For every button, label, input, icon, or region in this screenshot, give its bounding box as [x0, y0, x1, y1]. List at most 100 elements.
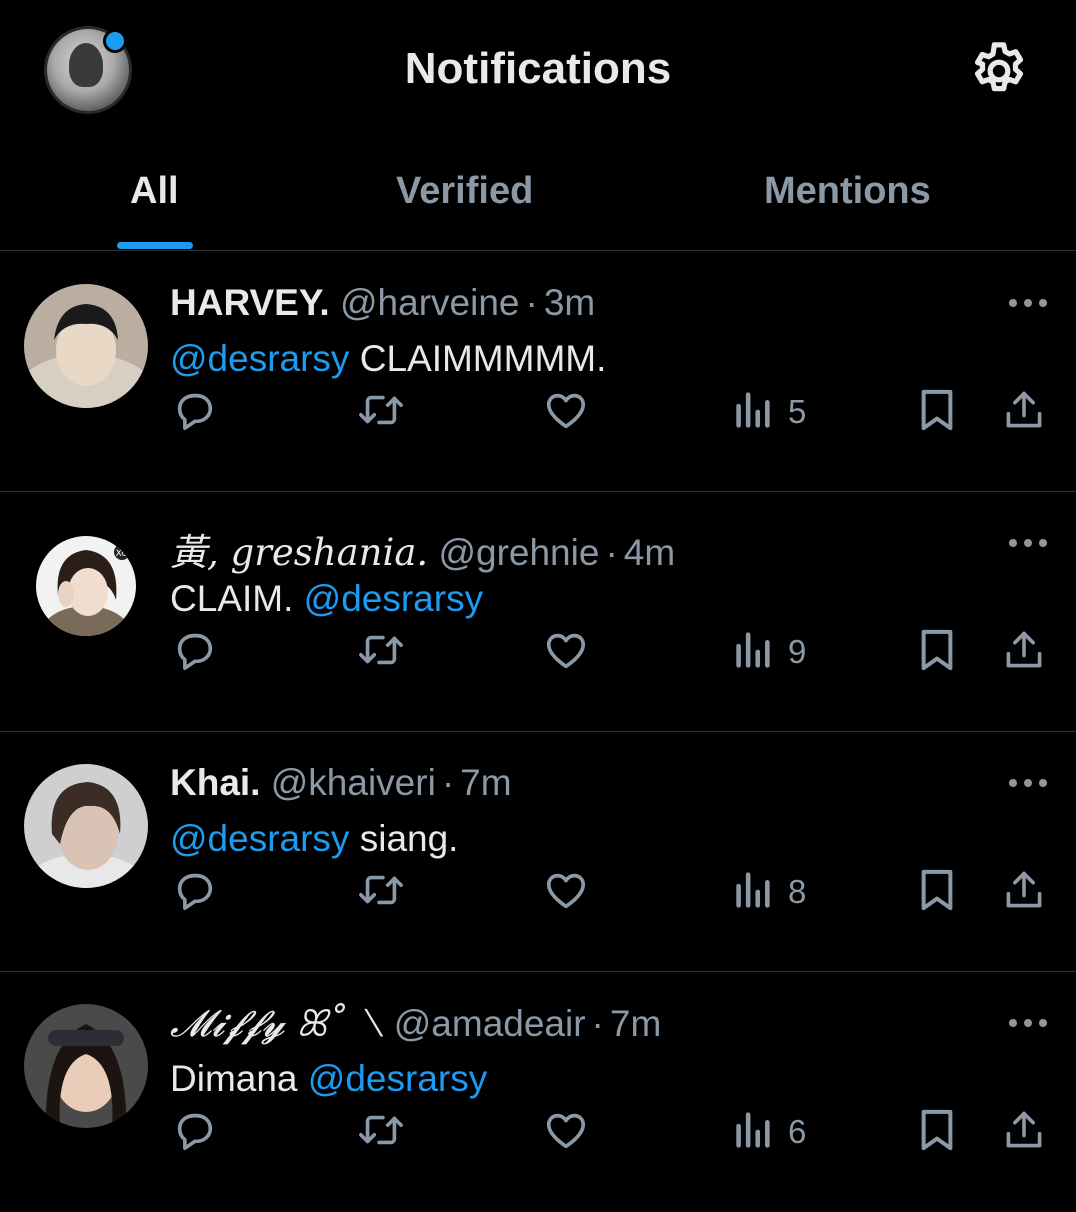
more-options-button[interactable] — [1006, 776, 1050, 790]
like-button[interactable] — [543, 627, 589, 687]
avatar[interactable]: XO — [36, 536, 136, 636]
post-text-segment: CLAIM. — [170, 578, 304, 619]
like-button[interactable] — [543, 867, 589, 927]
like-button[interactable] — [543, 387, 589, 447]
heart-icon — [546, 873, 586, 909]
repost-icon — [359, 1115, 403, 1145]
timestamp[interactable]: 7m — [460, 762, 511, 803]
view-count: 8 — [788, 873, 807, 910]
repost-icon — [359, 395, 403, 425]
post-text: CLAIM. @desrarsy — [170, 578, 483, 620]
mention-link[interactable]: @desrarsy — [170, 338, 349, 379]
action-bar: 8 — [0, 867, 1076, 927]
bookmark-button[interactable] — [916, 1107, 958, 1167]
post-text-segment: siang. — [349, 818, 459, 859]
views-button[interactable] — [732, 627, 772, 687]
username[interactable]: @harveine — [340, 282, 520, 323]
repost-button[interactable] — [356, 627, 406, 687]
display-name[interactable]: 𝓜𝓲𝓯𝓯𝔂 ꕤ˚ ⟍ — [170, 1002, 383, 1045]
mention-link[interactable]: @desrarsy — [308, 1058, 487, 1099]
analytics-icon — [736, 632, 770, 668]
action-bar: 9 — [0, 627, 1076, 687]
share-icon — [1006, 871, 1042, 908]
timestamp[interactable]: 3m — [544, 282, 595, 323]
heart-icon — [546, 1113, 586, 1149]
analytics-icon — [736, 872, 770, 908]
reply-button[interactable] — [172, 627, 218, 687]
analytics-icon — [736, 1112, 770, 1148]
post-text-segment: Dimana — [170, 1058, 308, 1099]
display-name[interactable]: HARVEY. — [170, 282, 330, 323]
more-icon — [1009, 1019, 1047, 1027]
more-icon — [1009, 299, 1047, 307]
display-name[interactable]: Khai. — [170, 762, 260, 803]
view-count: 9 — [788, 633, 807, 670]
more-icon — [1009, 779, 1047, 787]
heart-icon — [546, 633, 586, 669]
repost-button[interactable] — [356, 867, 406, 927]
bookmark-button[interactable] — [916, 387, 958, 447]
page-title: Notifications — [404, 44, 672, 93]
action-bar: 5 — [0, 387, 1076, 447]
timestamp[interactable]: 7m — [610, 1003, 661, 1044]
mention-link[interactable]: @desrarsy — [170, 818, 349, 859]
reply-icon — [177, 873, 213, 911]
separator: · — [441, 762, 455, 803]
repost-button[interactable] — [356, 1107, 406, 1167]
analytics-icon — [736, 392, 770, 428]
bookmark-icon — [921, 629, 953, 671]
tab-mentions[interactable]: Mentions — [764, 170, 931, 213]
notification-post[interactable]: HARVEY. @harveine · 3m @desrarsy CLAIMMMMM… — [0, 252, 1076, 492]
share-button[interactable] — [1002, 387, 1046, 447]
reply-icon — [177, 393, 213, 431]
post-text: @desrarsy CLAIMMMMM. — [170, 338, 606, 380]
view-count: 5 — [788, 393, 807, 430]
notification-post[interactable]: XO 黃, greshania. @grehnie · 4m CLAIM. @des… — [0, 492, 1076, 732]
tab-verified[interactable]: Verified — [396, 170, 533, 213]
username[interactable]: @grehnie — [438, 532, 599, 573]
post-header: 黃, greshania. @grehnie · 4m — [170, 522, 675, 576]
notification-post[interactable]: Khai. @khaiveri · 7m @desrarsy siang. 8 — [0, 732, 1076, 972]
timestamp[interactable]: 4m — [624, 532, 675, 573]
display-name[interactable]: 黃, greshania. — [170, 531, 428, 574]
username[interactable]: @khaiveri — [271, 762, 436, 803]
bookmark-icon — [921, 389, 953, 431]
bookmark-icon — [921, 1109, 953, 1151]
notification-post[interactable]: 𝓜𝓲𝓯𝓯𝔂 ꕤ˚ ⟍ @amadeair · 7m Dimana @desrarsy… — [0, 972, 1076, 1212]
separator: · — [605, 532, 618, 573]
separator: · — [591, 1003, 604, 1044]
more-options-button[interactable] — [1006, 1016, 1050, 1030]
separator: · — [525, 282, 538, 323]
reply-button[interactable] — [172, 387, 218, 447]
repost-button[interactable] — [356, 387, 406, 447]
reply-icon — [177, 633, 213, 671]
settings-button[interactable] — [966, 38, 1032, 104]
repost-icon — [359, 635, 403, 665]
gear-icon — [974, 42, 1024, 92]
mention-link[interactable]: @desrarsy — [304, 578, 483, 619]
share-icon — [1006, 631, 1042, 668]
reply-button[interactable] — [172, 867, 218, 927]
reply-button[interactable] — [172, 1107, 218, 1167]
share-icon — [1006, 391, 1042, 428]
like-button[interactable] — [543, 1107, 589, 1167]
post-header: HARVEY. @harveine · 3m — [170, 282, 595, 324]
share-button[interactable] — [1002, 867, 1046, 927]
views-button[interactable] — [732, 387, 772, 447]
bookmark-button[interactable] — [916, 627, 958, 687]
views-button[interactable] — [732, 1107, 772, 1167]
more-options-button[interactable] — [1006, 296, 1050, 310]
divider — [0, 250, 1076, 251]
share-icon — [1006, 1111, 1042, 1148]
share-button[interactable] — [1002, 1107, 1046, 1167]
tab-all[interactable]: All — [130, 170, 179, 213]
share-button[interactable] — [1002, 627, 1046, 687]
bookmark-icon — [921, 869, 953, 911]
username[interactable]: @amadeair — [394, 1003, 586, 1044]
top-bar: Notifications — [0, 0, 1076, 140]
active-tab-indicator — [117, 242, 193, 249]
views-button[interactable] — [732, 867, 772, 927]
more-icon — [1009, 539, 1047, 547]
bookmark-button[interactable] — [916, 867, 958, 927]
more-options-button[interactable] — [1006, 536, 1050, 550]
